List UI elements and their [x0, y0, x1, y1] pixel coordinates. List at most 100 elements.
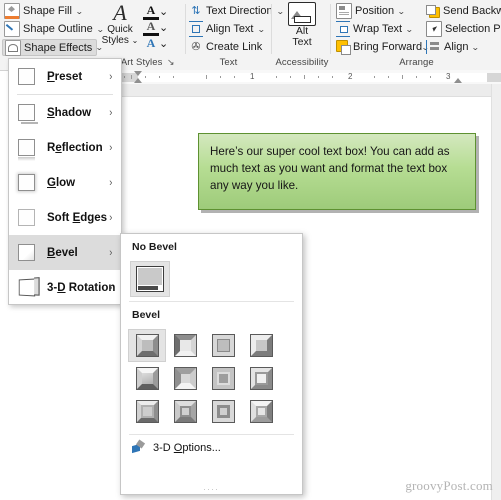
alt-text-icon: [288, 2, 316, 26]
ribbon-group-label-text: Text: [219, 57, 238, 68]
bevel-convex-icon: [211, 400, 235, 423]
shape-outline-button[interactable]: Shape Outline ⌄: [2, 21, 104, 37]
text-effects-icon: A: [146, 36, 156, 50]
bevel-tile-relaxed-inset[interactable]: [166, 395, 204, 428]
text-fill-icon: A: [143, 3, 159, 20]
chevron-right-icon: ›: [109, 246, 113, 259]
bevel-circle-icon: [135, 334, 159, 357]
chevron-down-icon[interactable]: ⌄: [159, 5, 168, 18]
bevel-tile-angle[interactable]: [128, 362, 166, 395]
shape-effects-menu[interactable]: Preset › Shadow › Reflection › Glow › So…: [8, 58, 122, 305]
rotation-3d-swatch-icon: [18, 278, 36, 297]
align-objects-icon: [426, 40, 441, 54]
document-top-band: [110, 84, 501, 97]
bevel-tile-cool-slant[interactable]: [242, 329, 280, 362]
bevel-tile-hard-edge[interactable]: [242, 362, 280, 395]
bevel-slope-icon: [249, 400, 273, 423]
menu-item-soft-edges[interactable]: Soft Edges ›: [9, 200, 121, 235]
first-line-indent-marker[interactable]: [134, 71, 142, 76]
reflection-swatch-icon: [17, 139, 35, 161]
alt-text-label-line2: Text: [292, 36, 312, 48]
bevel-heading: Bevel: [132, 309, 161, 321]
no-bevel-thumbnail-icon: [136, 266, 164, 292]
watermark: groovyPost.com: [405, 478, 493, 493]
quick-styles-label-line2: Styles: [101, 35, 129, 46]
menu-item-reflection[interactable]: Reflection ›: [9, 130, 121, 165]
bevel-tile-divot[interactable]: [166, 362, 204, 395]
no-bevel-tile[interactable]: [130, 261, 170, 297]
text-fill-button[interactable]: A ⌄: [143, 3, 168, 20]
chevron-down-icon[interactable]: ⌄: [75, 7, 83, 16]
dialog-launcher-icon[interactable]: ↘: [167, 57, 175, 68]
selection-pane-button[interactable]: Selection Pane: [424, 21, 501, 37]
chevron-down-icon[interactable]: ⌄: [257, 25, 265, 34]
text-effects-button[interactable]: A ⌄: [143, 35, 169, 51]
shape-effects-icon: [5, 39, 21, 56]
text-box-content: Here’s our super cool text box! You can …: [210, 145, 450, 192]
bevel-tile-soft-round[interactable]: [166, 329, 204, 362]
selection-pane-label: Selection Pane: [445, 23, 501, 35]
glow-swatch-icon: [18, 174, 35, 191]
menu-item-3d-rotation[interactable]: 3-D Rotation ›: [9, 270, 121, 305]
menu-item-label-reflection: Reflection: [47, 141, 103, 154]
hanging-indent-marker[interactable]: [134, 78, 142, 83]
menu-item-shadow[interactable]: Shadow ›: [9, 95, 121, 130]
selection-pane-icon: [426, 21, 442, 37]
bevel-tile-slope[interactable]: [242, 395, 280, 428]
chevron-down-icon[interactable]: ⌄: [405, 25, 413, 34]
chevron-down-icon[interactable]: ⌄: [132, 36, 139, 45]
text-box-shape[interactable]: Here’s our super cool text box! You can …: [198, 133, 476, 210]
ribbon-group-label-arrange: Arrange: [399, 57, 434, 68]
shape-effects-label: Shape Effects: [24, 41, 93, 54]
chevron-down-icon[interactable]: ⌄: [159, 37, 168, 50]
create-link-button[interactable]: ✇ Create Link: [187, 39, 265, 55]
right-indent-marker[interactable]: [454, 78, 462, 83]
bevel-hard-edge-icon: [249, 367, 273, 390]
menu-item-bevel[interactable]: Bevel ›: [9, 235, 121, 270]
quick-styles-label-line2-row: Styles ⌄: [98, 35, 142, 46]
chevron-down-icon[interactable]: ⌄: [397, 7, 405, 16]
bevel-cool-slant-icon: [249, 334, 273, 357]
menu-item-glow[interactable]: Glow ›: [9, 165, 121, 200]
create-link-icon: ✇: [191, 41, 201, 53]
wrap-text-label: Wrap Text: [353, 23, 403, 35]
menu-item-label-bevel: Bevel: [47, 246, 78, 259]
menu-item-label-glow: Glow: [47, 176, 76, 189]
bring-forward-button[interactable]: Bring Forward ⌄: [334, 39, 430, 55]
chevron-down-icon[interactable]: ⌄: [159, 21, 168, 34]
submenu-overflow-handle[interactable]: ....: [121, 485, 302, 492]
alt-text-button[interactable]: Alt Text: [279, 2, 325, 48]
submenu-divider-bottom: [129, 434, 294, 435]
wrap-text-button[interactable]: Wrap Text ⌄: [334, 21, 416, 37]
align-objects-label: Align: [444, 41, 469, 53]
shape-fill-button[interactable]: Shape Fill ⌄: [2, 3, 95, 19]
shape-effects-button[interactable]: Shape Effects ⌄: [2, 39, 104, 56]
position-button[interactable]: Position ⌄: [334, 3, 408, 19]
send-backward-button[interactable]: Send Backward ⌄: [424, 3, 501, 19]
ruler-mark-2: 2: [348, 72, 353, 81]
bevel-submenu[interactable]: No Bevel Bevel 3-D Options... ....: [120, 233, 303, 495]
ruler-mark-1: 1: [250, 72, 255, 81]
quick-styles-button[interactable]: A Quick Styles ⌄: [98, 0, 142, 47]
horizontal-ruler[interactable]: 1 2 3: [110, 70, 501, 85]
align-text-icon: [189, 21, 203, 37]
wrap-text-icon: [336, 21, 350, 37]
3d-options-button[interactable]: 3-D Options...: [121, 437, 302, 459]
bevel-tile-cross[interactable]: [204, 329, 242, 362]
bevel-soft-round-icon: [173, 334, 197, 357]
ribbon-group-arrange: Position ⌄ Wrap Text ⌄ Bring Forward ⌄ S…: [332, 0, 501, 70]
soft-edges-swatch-icon: [18, 209, 35, 226]
wordart-quick-styles-icon: A: [113, 0, 127, 25]
create-link-label: Create Link: [206, 41, 263, 53]
send-backward-icon: [426, 4, 440, 18]
align-text-button[interactable]: Align Text ⌄: [187, 21, 267, 37]
chevron-down-icon[interactable]: ⌄: [472, 43, 480, 52]
align-objects-button[interactable]: Align ⌄: [424, 39, 482, 55]
text-outline-button[interactable]: A ⌄: [143, 19, 168, 36]
bevel-tile-art-deco[interactable]: [128, 395, 166, 428]
text-direction-label: Text Direction: [206, 5, 273, 17]
bevel-tile-convex[interactable]: [204, 395, 242, 428]
bevel-tile-circle[interactable]: [128, 329, 166, 362]
bevel-tile-riblet[interactable]: [204, 362, 242, 395]
menu-item-preset[interactable]: Preset ›: [9, 59, 121, 94]
